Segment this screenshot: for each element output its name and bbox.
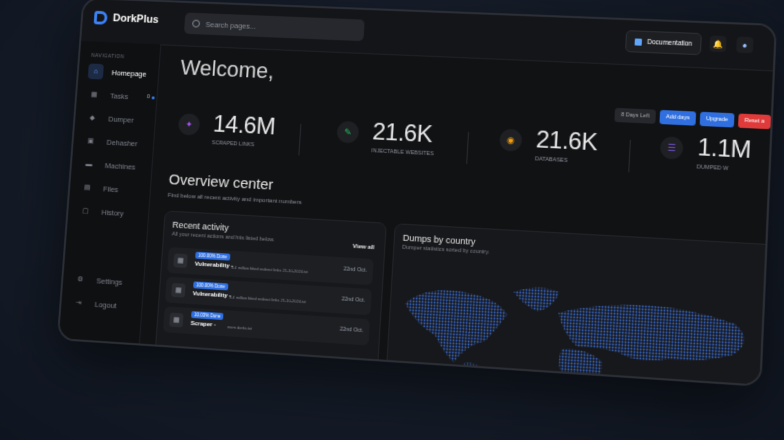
- file-icon: ▤: [83, 184, 91, 192]
- app-logo[interactable]: DorkPlus: [93, 10, 159, 27]
- sidebar-item-files[interactable]: ▤ Files: [79, 178, 149, 199]
- sidebar-item-dumper[interactable]: ◆ Dumper: [84, 109, 153, 130]
- logo-icon: [93, 10, 108, 25]
- progress-tag: 100.00% Done: [195, 251, 231, 261]
- sidebar-item-label: Logout: [94, 299, 117, 310]
- page-title: Welcome,: [179, 54, 275, 84]
- dumps-by-country-panel: Dumps by country Dumper statistics sorte…: [383, 223, 775, 387]
- stat-divider: [628, 139, 631, 173]
- sidebar-item-label: Homepage: [111, 67, 147, 79]
- activity-desc: mem dorks.txt: [227, 324, 253, 331]
- stat-label: INJECTABLE WEBSITES: [371, 148, 434, 158]
- account-actions: 8 Days Left Add days Upgrade Reset a: [614, 107, 771, 130]
- sidebar-item-label: Dehasher: [106, 137, 138, 148]
- lock-icon: ▣: [87, 137, 94, 145]
- stat-dumped: ☰ 1.1M DUMPED W: [658, 134, 752, 187]
- reset-button[interactable]: Reset a: [738, 113, 771, 130]
- sidebar-item-settings[interactable]: ⚙ Settings: [72, 270, 142, 292]
- stat-scraped-links: ✦ 14.6M SCRAPED LINKS: [176, 111, 276, 162]
- sidebar-item-label: History: [101, 207, 125, 218]
- bell-icon: ◆: [89, 114, 96, 122]
- world-map[interactable]: [391, 263, 772, 387]
- sidebar-item-logout[interactable]: ⇥ Logout: [70, 294, 140, 316]
- search-icon: [192, 19, 201, 28]
- search-placeholder: Search pages...: [205, 19, 257, 31]
- stat-databases: ◉ 21.6K DATABASES: [498, 126, 598, 179]
- stat-value: 1.1M: [696, 133, 752, 164]
- avatar[interactable]: ●: [736, 36, 754, 54]
- monitor-icon: ▬: [85, 160, 93, 168]
- sidebar-item-label: Settings: [96, 275, 123, 287]
- gear-icon: ⚙: [77, 276, 84, 284]
- stat-divider: [298, 123, 302, 156]
- activity-desc: 4.4 million fitted redirect links 21-10-…: [229, 294, 307, 305]
- recent-activity-title: Recent activity: [172, 219, 230, 233]
- recent-activity-panel: Recent activity All your recent actions …: [152, 210, 387, 387]
- activity-desc: 4.4 million fitted redirect links 21-10-…: [231, 264, 308, 275]
- activity-date: 22nd Oct.: [339, 326, 364, 335]
- dumps-subtitle: Dumper statistics sorted by country.: [402, 244, 490, 256]
- progress-tag: 10.03% Done: [191, 311, 224, 321]
- stat-label: DATABASES: [534, 156, 568, 164]
- app-window: DorkPlus Search pages... Documentation 🔔…: [56, 0, 777, 387]
- days-left-badge: 8 Days Left: [614, 107, 656, 124]
- stat-label: SCRAPED LINKS: [211, 140, 255, 149]
- progress-tag: 100.00% Done: [193, 281, 229, 291]
- stat-divider: [466, 131, 470, 164]
- stat-label: DUMPED W: [696, 164, 729, 173]
- recent-activity-subtitle: All your recent actions and hits listed …: [171, 231, 275, 244]
- logout-icon: ⇥: [75, 299, 82, 307]
- activity-name: Vulnerability -: [192, 291, 232, 300]
- grid-icon: ▦: [171, 282, 186, 298]
- documentation-label: Documentation: [647, 38, 693, 48]
- list-icon: ☰: [659, 136, 684, 160]
- sidebar-item-label: Files: [102, 184, 119, 194]
- grid-icon: ▦: [90, 91, 98, 99]
- activity-name: Scraper -: [190, 320, 217, 329]
- injectable-icon: ✎: [336, 120, 360, 144]
- stat-value: 14.6M: [212, 110, 276, 141]
- home-icon: ⌂: [87, 63, 104, 80]
- history-icon: ▢: [82, 207, 89, 215]
- activity-name: Vulnerability -: [194, 261, 234, 270]
- tasks-badge: 0: [146, 94, 155, 100]
- stat-value: 21.6K: [371, 118, 433, 149]
- notification-bell-icon[interactable]: 🔔: [709, 35, 727, 53]
- sidebar-item-history[interactable]: ▢ History: [77, 202, 147, 223]
- stat-value: 21.6K: [535, 126, 598, 157]
- search-input[interactable]: Search pages...: [183, 12, 365, 42]
- sidebar-item-tasks[interactable]: ▦ Tasks 0: [86, 86, 155, 107]
- continents: [401, 286, 746, 387]
- stage: DorkPlus Search pages... Documentation 🔔…: [0, 0, 784, 440]
- upgrade-button[interactable]: Upgrade: [699, 111, 735, 128]
- grid-icon: ▦: [173, 253, 188, 268]
- sidebar-item-machines[interactable]: ▬ Machines: [81, 155, 151, 176]
- overview-title: Overview center: [168, 171, 274, 194]
- overview-subtitle: Find below all recent activity and impor…: [167, 192, 302, 207]
- scraped-links-icon: ✦: [177, 113, 201, 136]
- sidebar-item-dehasher[interactable]: ▣ Dehasher: [82, 132, 151, 153]
- documentation-button[interactable]: Documentation: [625, 30, 702, 56]
- sidebar-item-label: Machines: [104, 160, 136, 172]
- sidebar-item-label: Tasks: [109, 90, 129, 101]
- stat-injectable-websites: ✎ 21.6K INJECTABLE WEBSITES: [335, 119, 434, 170]
- app-name: DorkPlus: [112, 12, 159, 26]
- activity-date: 22nd Oct.: [341, 296, 366, 304]
- book-icon: [634, 37, 643, 46]
- database-icon: ◉: [499, 128, 523, 152]
- nav-heading: NAVIGATION: [91, 52, 125, 61]
- main-content: Welcome, 8 Days Left Add days Upgrade Re…: [140, 44, 775, 387]
- activity-date: 22nd Oct.: [343, 266, 368, 274]
- view-all-link[interactable]: View all: [353, 244, 375, 251]
- sidebar-item-homepage[interactable]: ⌂ Homepage: [87, 62, 157, 82]
- grid-icon: ▦: [169, 312, 184, 328]
- sidebar-item-label: Dumper: [108, 114, 134, 125]
- add-days-button[interactable]: Add days: [659, 109, 697, 126]
